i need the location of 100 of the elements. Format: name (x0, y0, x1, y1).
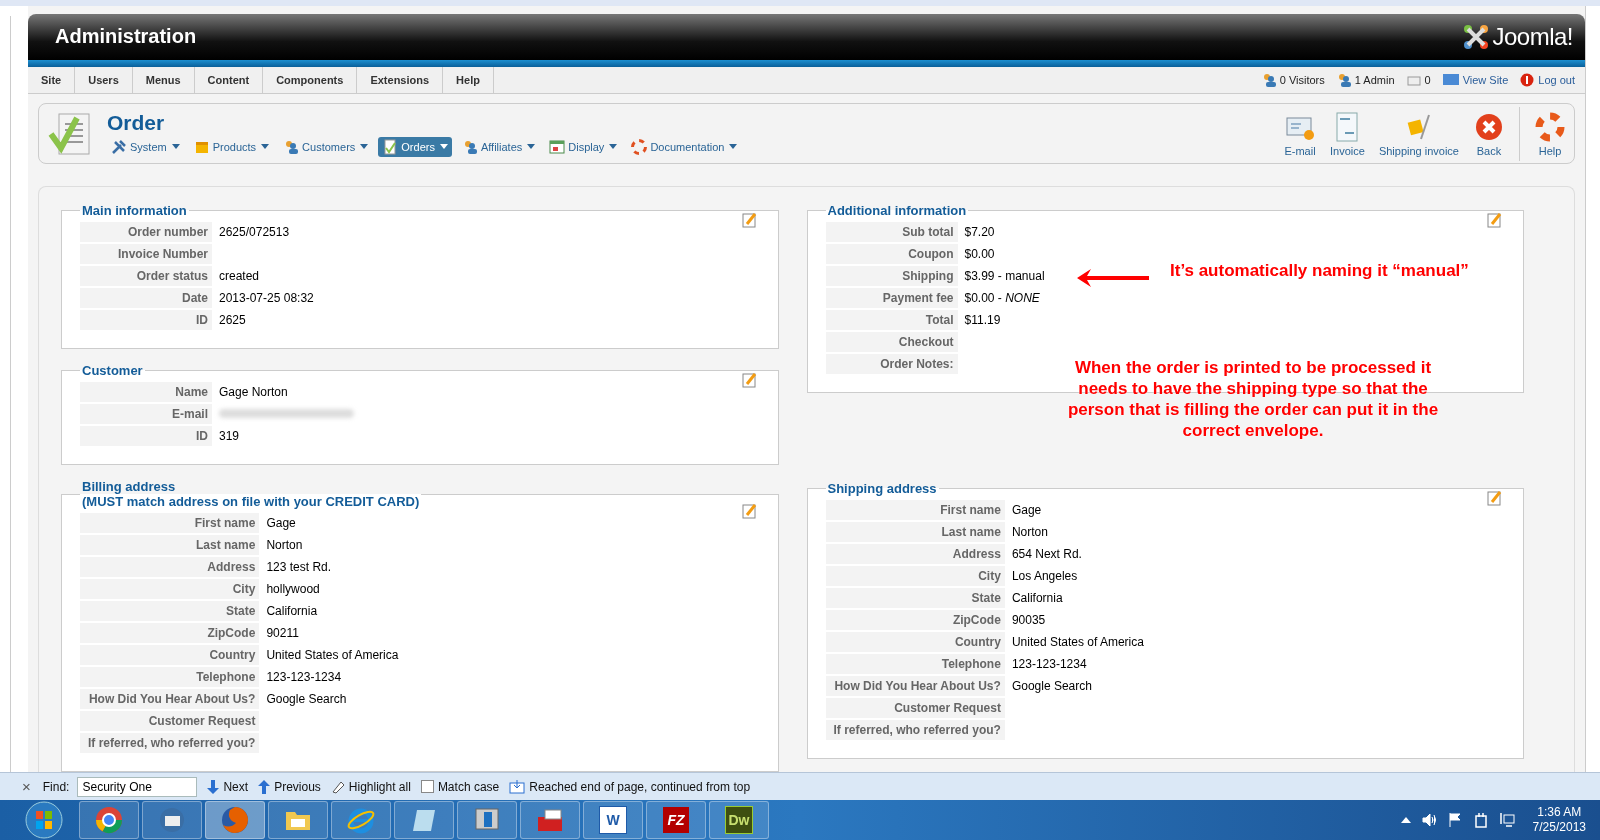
caret-icon (261, 144, 270, 150)
toolbar-button[interactable]: Help (1534, 110, 1566, 157)
window-icon (549, 138, 566, 155)
close-icon[interactable]: × (22, 778, 31, 795)
field-value: $0.00 (963, 246, 996, 263)
menu-item[interactable]: Site (28, 67, 76, 94)
caret-icon (527, 144, 536, 150)
submenu-tab[interactable]: Affiliates (457, 136, 540, 157)
next-button[interactable]: Next (207, 779, 249, 794)
field-label: Last name (825, 522, 1008, 542)
flag-icon[interactable] (1446, 812, 1463, 828)
menu-item[interactable]: Menus (132, 67, 195, 94)
field-label: Payment fee (825, 288, 961, 308)
message-icon (1406, 73, 1421, 88)
field-value: 2013-07-25 08:32 (218, 290, 315, 307)
field-value: 123-123-1234 (265, 669, 343, 686)
submenu-tab[interactable]: Products (189, 136, 274, 157)
toolbar-button[interactable]: Shipping invoice (1378, 110, 1459, 157)
edit-icon[interactable] (741, 372, 758, 388)
field-value: $11.19 (963, 312, 1002, 329)
field-value: $0.00 - NONE (963, 290, 1041, 307)
field-value: $7.20 (963, 224, 996, 241)
menu-item[interactable]: Content (194, 67, 264, 94)
caret-icon (609, 144, 618, 150)
field-value: Gage (1010, 502, 1043, 519)
network-icon[interactable] (1498, 812, 1515, 828)
lifebuoy-icon (1534, 110, 1566, 143)
field-label: Date (80, 288, 215, 308)
checkbox-label[interactable]: Match case (437, 779, 500, 794)
taskbar-button[interactable] (394, 801, 454, 839)
status-link[interactable]: 1 Admin (1354, 74, 1395, 87)
toolbar-button[interactable]: Back (1473, 110, 1505, 157)
field-value: 654 Next Rd. (1010, 546, 1083, 563)
field-label: How Did You Hear About Us? (825, 676, 1008, 696)
menu-item[interactable]: Components (263, 67, 358, 94)
field-label: Name (80, 382, 215, 402)
find-field[interactable]: Security One (77, 776, 198, 797)
submenu-tab[interactable]: Customers (279, 136, 373, 157)
caret-icon (171, 144, 180, 150)
toolbar-button[interactable]: Invoice (1330, 110, 1365, 157)
tools-icon (111, 138, 127, 155)
submenu-tab[interactable]: System (107, 136, 184, 157)
logo-icon (1462, 22, 1491, 51)
field-label: Total (825, 310, 961, 330)
status-link[interactable]: Log out (1538, 74, 1575, 87)
field-value: hollywood (265, 581, 321, 598)
submenu-tab[interactable]: Orders (378, 136, 452, 157)
taskbar-button[interactable]: Dw (709, 801, 769, 839)
users-icon (1336, 73, 1351, 88)
taskbar-button[interactable] (142, 801, 202, 839)
field-label: Sub total (825, 222, 961, 242)
status-link[interactable]: 0 (1424, 74, 1431, 87)
field-label: Customer Request (825, 698, 1008, 718)
menu-item[interactable]: Help (443, 67, 494, 94)
field-value: 90211 (265, 625, 300, 642)
annotation-text: It’s automatically naming it “manual” (1170, 261, 1469, 281)
start-button[interactable] (24, 800, 64, 840)
field-label: State (825, 588, 1008, 608)
taskbar-button[interactable] (268, 801, 328, 839)
status-link[interactable]: 0 Visitors (1279, 74, 1325, 87)
field-value: Gage (265, 515, 297, 532)
circle-logo-icon (94, 805, 124, 835)
taskbar-button[interactable] (520, 801, 580, 839)
caret-icon (360, 144, 369, 150)
submenu-tab[interactable]: Display (545, 136, 622, 157)
caret-icon[interactable] (1400, 817, 1411, 823)
app-icon: FZ (663, 807, 689, 833)
taskbar-button[interactable] (457, 801, 517, 839)
field-label: Order status (80, 266, 215, 286)
submenu-tab[interactable]: Documentation (627, 136, 742, 157)
field-label: Checkout (825, 332, 961, 352)
section-title: Additional information (827, 203, 967, 218)
edit-icon[interactable] (1487, 490, 1503, 506)
status-link[interactable]: View Site (1462, 74, 1509, 87)
field-value: 2625/072513 (218, 224, 291, 241)
taskbar-button[interactable] (79, 801, 139, 839)
field-label: If referred, who referred you? (825, 720, 1008, 740)
menu-item[interactable]: Extensions (357, 67, 444, 94)
down-arrow-icon (207, 779, 220, 794)
menu-item[interactable]: Users (75, 67, 133, 94)
edit-icon[interactable] (741, 503, 758, 519)
taskbar-button[interactable] (205, 801, 265, 839)
toolbar-button[interactable]: E-mail (1284, 110, 1316, 157)
previous-button[interactable]: Previous (258, 779, 321, 794)
highlight-button[interactable]: Highlight all (330, 779, 411, 794)
field-value: 2625 (218, 312, 247, 329)
speaker-icon[interactable] (1420, 812, 1437, 828)
taskbar-button[interactable] (331, 801, 391, 839)
taskbar-button[interactable]: W (583, 801, 643, 839)
edit-icon[interactable] (1487, 212, 1503, 228)
edit-icon[interactable] (741, 212, 758, 228)
field-value: California (1010, 590, 1064, 607)
power-icon[interactable] (1472, 812, 1489, 828)
field-value: 90035 (1010, 612, 1047, 629)
checkbox[interactable] (420, 780, 434, 793)
clock[interactable]: 1:36 AM 7/25/2013 (1532, 805, 1586, 835)
up-arrow-icon (258, 779, 271, 794)
field-value: Google Search (265, 691, 348, 708)
taskbar-button[interactable]: FZ (646, 801, 706, 839)
users-icon (283, 138, 300, 155)
